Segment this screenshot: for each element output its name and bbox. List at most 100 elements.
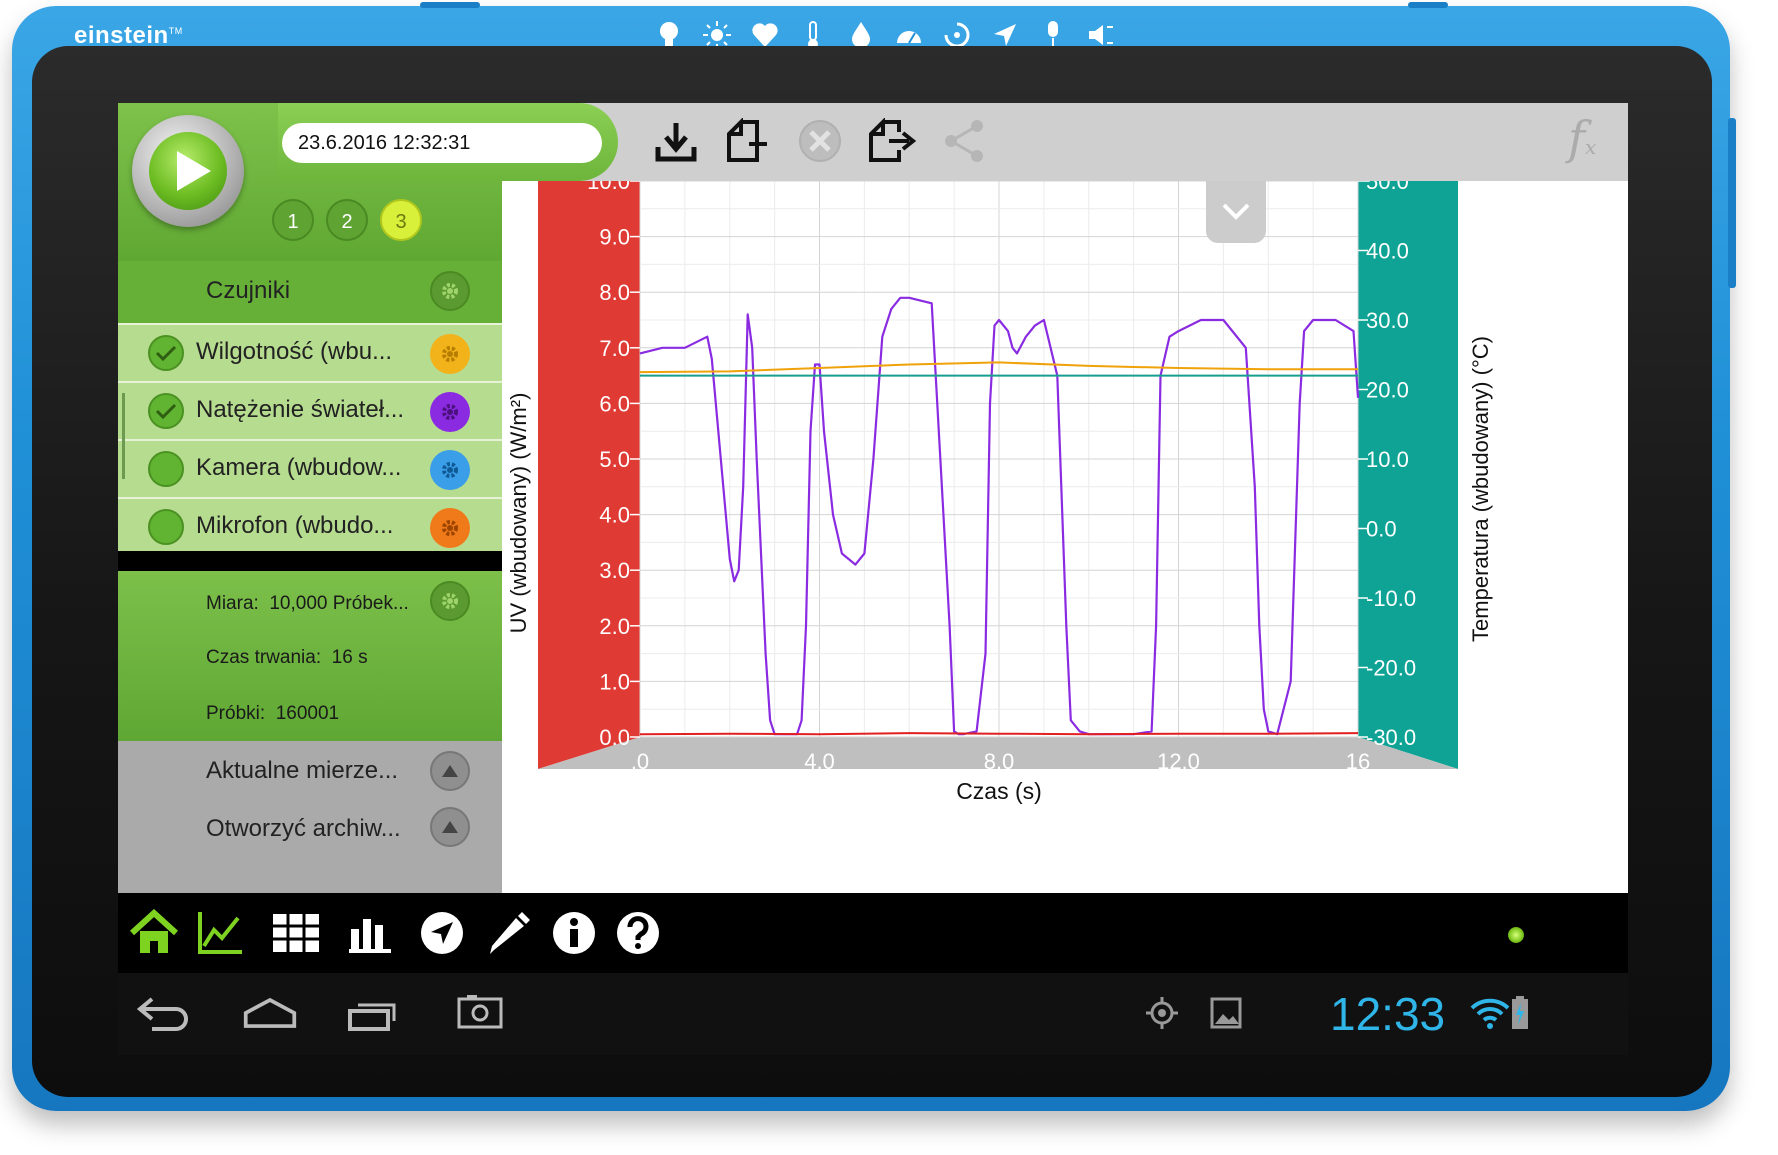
left-tick-label: 1.0	[599, 669, 630, 694]
sensors-label: Czujniki	[206, 277, 291, 304]
sensor-checkbox[interactable]	[148, 393, 184, 429]
system-navigation-bar: 12:33	[118, 973, 1628, 1055]
duration-line: Czas trwania: 16 s	[206, 647, 368, 668]
sensor-settings-button[interactable]	[430, 450, 470, 490]
gear-icon	[442, 346, 458, 362]
pencil-icon[interactable]	[480, 905, 536, 961]
play-button[interactable]	[132, 115, 244, 227]
x-tick-label: 4.0	[804, 749, 835, 774]
left-tick-label: 4.0	[599, 503, 630, 528]
gear-icon	[442, 462, 458, 478]
sensor-row-humidity[interactable]: Wilgotność (wbu...	[118, 323, 502, 383]
sensor-checkbox[interactable]	[148, 509, 184, 545]
run-3-button[interactable]: 3	[380, 199, 422, 241]
sensor-checkbox[interactable]	[148, 335, 184, 371]
left-tick-label: 6.0	[599, 391, 630, 416]
help-icon[interactable]	[610, 905, 666, 961]
home-icon[interactable]	[126, 905, 182, 961]
system-clock: 12:33	[1330, 988, 1446, 1040]
current-measurement-row[interactable]: Aktualne mierze...	[118, 741, 502, 803]
check-icon	[155, 345, 177, 362]
sensor-settings-button[interactable]	[430, 334, 470, 374]
series-line-4	[639, 732, 1359, 736]
formula-icon[interactable]: fx	[1568, 111, 1618, 171]
recent-apps-icon[interactable]	[346, 985, 402, 1041]
sensor-label: Wilgotność (wbu...	[196, 338, 393, 365]
sensor-settings-button[interactable]	[430, 508, 470, 548]
run-1-button[interactable]: 1	[272, 199, 314, 241]
volume-button[interactable]	[1728, 118, 1736, 288]
left-tick-label: 2.0	[599, 614, 630, 639]
play-icon	[177, 151, 211, 191]
measure-settings-button[interactable]	[430, 581, 470, 621]
sensor-list-scrollbar[interactable]	[122, 393, 125, 479]
right-tick-label: 40.0	[1366, 239, 1409, 264]
status-led	[1508, 927, 1524, 943]
left-tick-label: 10.0	[587, 181, 630, 194]
navigation-icon[interactable]	[414, 905, 470, 961]
left-tick-label: 5.0	[599, 447, 630, 472]
left-tick-label: 8.0	[599, 280, 630, 305]
sensor-row-camera[interactable]: Kamera (wbudow...	[118, 439, 502, 499]
home-nav-icon[interactable]	[242, 985, 298, 1041]
gallery-icon	[1198, 985, 1254, 1041]
top-button[interactable]	[1408, 2, 1448, 8]
close-icon[interactable]	[792, 113, 848, 169]
graph-icon[interactable]	[192, 905, 248, 961]
back-icon[interactable]	[136, 985, 192, 1041]
battery-icon	[1492, 985, 1548, 1041]
line-chart[interactable]: 0.0 1.0 2.0 3.0 4.0 5.0 6.0 7.0 8.0 9.0 10.0 -30.0 -…	[502, 169, 1628, 893]
x-tick-label: 8.0	[984, 749, 1015, 774]
play-button-face[interactable]	[149, 132, 227, 210]
measurement-info: Miara: 10,000 Próbek... Czas trwania: 16…	[118, 571, 502, 741]
run-2-button[interactable]: 2	[326, 199, 368, 241]
sensors-header: Czujniki	[118, 261, 502, 323]
x-tick-label: 16	[1346, 749, 1370, 774]
datetime-display: 23.6.2016 12:32:31	[282, 123, 602, 163]
left-tick-label: 7.0	[599, 336, 630, 361]
gear-icon	[442, 520, 458, 536]
sensor-checkbox[interactable]	[148, 451, 184, 487]
share-icon[interactable]	[936, 113, 992, 169]
bar-chart-icon[interactable]	[342, 905, 398, 961]
left-tick-label: 0.0	[599, 725, 630, 750]
left-tick-label: 9.0	[599, 225, 630, 250]
right-tick-label: 20.0	[1366, 378, 1409, 403]
collapse-tab-bg	[1206, 181, 1266, 243]
open-archive-row[interactable]: Otworzyć archiw...	[118, 803, 502, 865]
samples-line: Próbki: 160001	[206, 703, 340, 724]
right-tick-label: 10.0	[1366, 447, 1409, 472]
table-icon[interactable]	[268, 905, 324, 961]
new-page-icon[interactable]	[720, 113, 776, 169]
app-screen: fx 23.6.2016 12:32:31 1 2 3 Czujniki Wil…	[118, 103, 1628, 1055]
app-navigation-bar	[118, 893, 1628, 973]
x-tick-label: .0	[631, 749, 649, 774]
right-tick-label: -10.0	[1366, 586, 1416, 611]
right-tick-label: 50.0	[1366, 181, 1409, 194]
sensor-row-microphone[interactable]: Mikrofon (wbudo...	[118, 497, 502, 551]
power-button[interactable]	[420, 2, 480, 8]
right-tick-label: -30.0	[1366, 725, 1416, 750]
gps-icon	[1134, 985, 1190, 1041]
measure-line: Miara: 10,000 Próbek...	[206, 593, 409, 614]
download-icon[interactable]	[648, 113, 704, 169]
sensor-row-light[interactable]: Natężenie świateł...	[118, 381, 502, 441]
actions-panel: Aktualne mierze... Otworzyć archiw...	[118, 741, 502, 893]
screenshot-icon[interactable]	[452, 985, 508, 1041]
collapse-tab[interactable]	[1206, 181, 1266, 243]
gear-icon	[442, 404, 458, 420]
export-icon[interactable]	[864, 113, 920, 169]
expand-button[interactable]	[430, 751, 470, 791]
right-tick-label: -20.0	[1366, 656, 1416, 681]
triangle-up-icon	[442, 765, 458, 777]
x-tick-label: 12.0	[1157, 749, 1200, 774]
expand-button[interactable]	[430, 807, 470, 847]
right-tick-label: 30.0	[1366, 308, 1409, 333]
y-axis-label-right: Temperatura (wbudowany) (°C)	[1468, 336, 1493, 642]
sensors-settings-button[interactable]	[430, 271, 470, 311]
chart-area[interactable]: 0.0 1.0 2.0 3.0 4.0 5.0 6.0 7.0 8.0 9.0 10.0 -30.0 -…	[502, 169, 1628, 893]
info-icon[interactable]	[546, 905, 602, 961]
sidebar: 23.6.2016 12:32:31 1 2 3 Czujniki Wilgot…	[118, 103, 618, 893]
sensor-settings-button[interactable]	[430, 392, 470, 432]
sensor-label: Mikrofon (wbudo...	[196, 512, 394, 539]
